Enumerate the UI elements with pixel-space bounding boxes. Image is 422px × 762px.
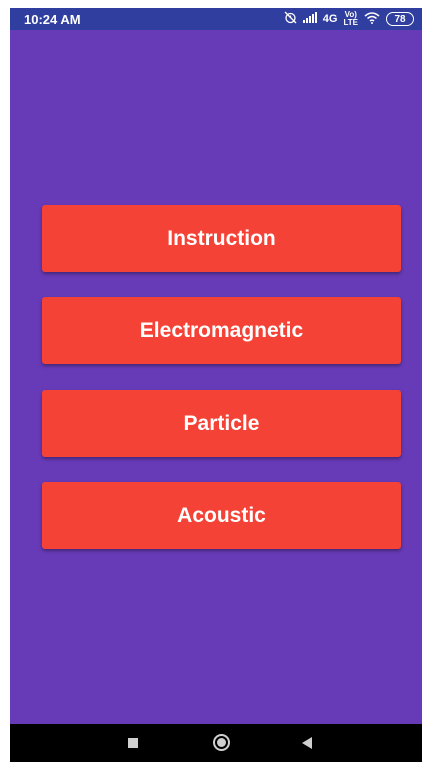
- signal-strength-icon: [302, 12, 317, 26]
- wifi-icon: [364, 11, 380, 27]
- particle-button[interactable]: Particle: [42, 390, 401, 457]
- volte-bottom: LTE: [343, 18, 358, 27]
- battery-icon: 78: [386, 12, 414, 26]
- back-triangle-icon[interactable]: [302, 737, 312, 749]
- home-circle-icon[interactable]: [213, 734, 230, 751]
- network-type: 4G: [322, 13, 338, 25]
- status-time: 10:24 AM: [24, 11, 81, 27]
- phone-frame: 10:24 AM 4G Vo) LTE 78 Instruction Elect…: [0, 0, 422, 762]
- navigation-bar: [10, 724, 422, 762]
- app-content: Instruction Electromagnetic Particle Aco…: [10, 30, 422, 724]
- status-icons: 4G Vo) LTE 78: [284, 11, 414, 27]
- screen: 10:24 AM 4G Vo) LTE 78 Instruction Elect…: [10, 8, 422, 762]
- recents-square-icon[interactable]: [128, 738, 138, 748]
- alarm-off-icon: [284, 11, 297, 27]
- instruction-button[interactable]: Instruction: [42, 205, 401, 272]
- volte-indicator: Vo) LTE: [343, 11, 358, 27]
- acoustic-button[interactable]: Acoustic: [42, 482, 401, 549]
- electromagnetic-button[interactable]: Electromagnetic: [42, 297, 401, 364]
- status-bar: 10:24 AM 4G Vo) LTE 78: [10, 8, 422, 30]
